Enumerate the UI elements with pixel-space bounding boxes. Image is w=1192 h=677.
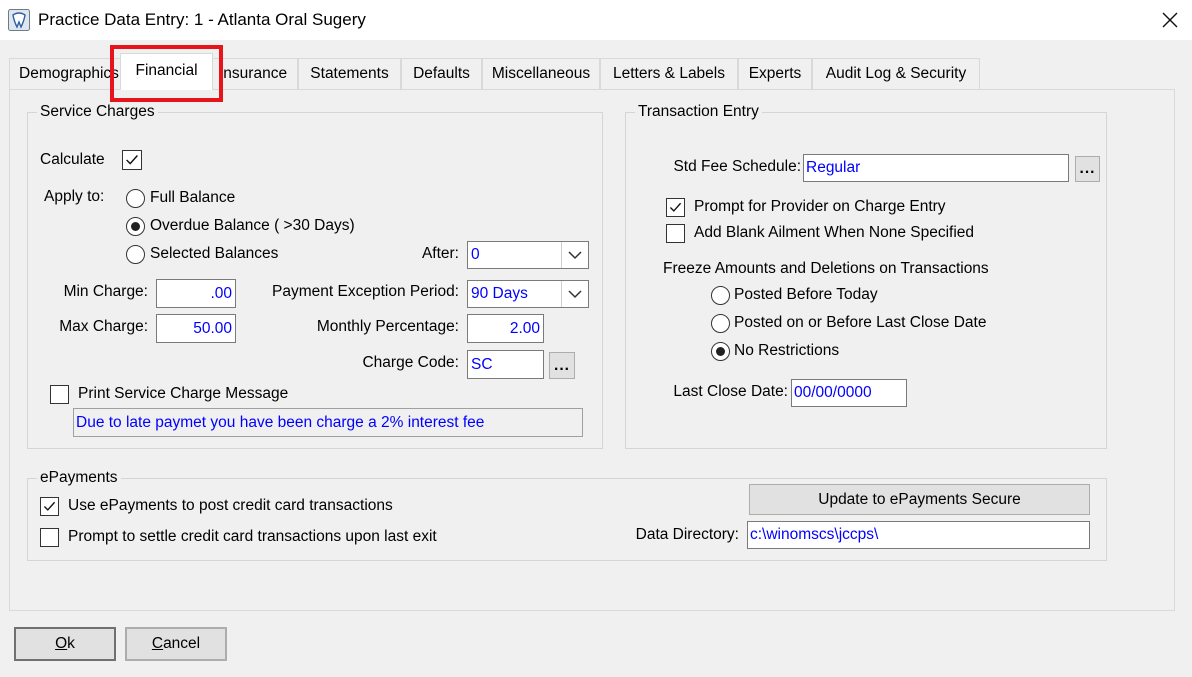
charge-code-label: Charge Code: — [362, 354, 459, 371]
charge-code-browse-button[interactable]: ... — [549, 352, 575, 379]
max-charge-input[interactable]: 50.00 — [156, 314, 236, 343]
min-charge-input[interactable]: .00 — [156, 279, 236, 308]
service-charges-title: Service Charges — [37, 102, 158, 122]
use-epayments-checkbox[interactable] — [40, 497, 59, 516]
no-restrictions-label[interactable]: No Restrictions — [734, 341, 839, 361]
payment-exception-dropdown[interactable]: 90 Days — [467, 280, 589, 308]
max-charge-label: Max Charge: — [59, 318, 148, 335]
posted-before-today-radio[interactable] — [711, 286, 730, 305]
window-title: Practice Data Entry: 1 - Atlanta Oral Su… — [38, 10, 366, 29]
payment-exception-label: Payment Exception Period: — [272, 283, 459, 300]
use-epayments-label[interactable]: Use ePayments to post credit card transa… — [68, 496, 393, 516]
cancel-button-label: Cancel — [151, 635, 201, 652]
checkmark-icon — [669, 202, 682, 212]
min-charge-label: Min Charge: — [63, 283, 148, 300]
charge-code-input[interactable]: SC — [467, 350, 544, 379]
add-blank-ailment-checkbox[interactable] — [666, 224, 685, 243]
prompt-settle-checkbox[interactable] — [40, 528, 59, 547]
prompt-settle-label[interactable]: Prompt to settle credit card transaction… — [68, 527, 437, 547]
posted-before-today-label[interactable]: Posted Before Today — [734, 285, 878, 305]
full-balance-label[interactable]: Full Balance — [150, 188, 235, 208]
tab-statements[interactable]: Statements — [298, 58, 401, 89]
posted-before-close-date-radio[interactable] — [711, 314, 730, 333]
print-message-label[interactable]: Print Service Charge Message — [78, 384, 288, 404]
last-close-date-label: Last Close Date: — [673, 383, 788, 400]
cancel-button[interactable]: Cancel — [125, 627, 227, 661]
app-icon — [8, 9, 30, 31]
after-value: 0 — [471, 246, 480, 263]
print-message-checkbox[interactable] — [50, 385, 69, 404]
tab-audit-log-security[interactable]: Audit Log & Security — [812, 58, 980, 89]
data-directory-input[interactable]: c:\winomscs\jccps\ — [747, 521, 1090, 549]
data-directory-label: Data Directory: — [635, 526, 739, 543]
overdue-balance-radio[interactable] — [126, 217, 145, 236]
chevron-down-icon[interactable] — [561, 281, 588, 307]
tab-financial[interactable]: Financial — [120, 53, 213, 90]
freeze-amounts-label: Freeze Amounts and Deletions on Transact… — [663, 260, 989, 277]
payment-exception-value: 90 Days — [471, 285, 528, 302]
selected-balances-label[interactable]: Selected Balances — [150, 244, 278, 264]
tab-experts[interactable]: Experts — [738, 58, 812, 89]
std-fee-schedule-browse-button[interactable]: ... — [1075, 156, 1100, 182]
transaction-entry-title: Transaction Entry — [635, 102, 762, 122]
service-charge-message-field[interactable]: Due to late paymet you have been charge … — [73, 408, 583, 437]
no-restrictions-radio[interactable] — [711, 342, 730, 361]
after-label: After: — [421, 245, 459, 262]
epayments-title: ePayments — [37, 468, 121, 488]
checkmark-icon — [43, 501, 56, 511]
add-blank-ailment-label[interactable]: Add Blank Ailment When None Specified — [694, 223, 974, 243]
calculate-label: Calculate — [40, 151, 105, 168]
tab-letters-labels[interactable]: Letters & Labels — [600, 58, 738, 89]
overdue-balance-label[interactable]: Overdue Balance ( >30 Days) — [150, 216, 355, 236]
tab-demographics[interactable]: Demographics — [9, 58, 122, 89]
chevron-down-icon[interactable] — [561, 242, 588, 268]
std-fee-schedule-input[interactable]: Regular — [803, 154, 1069, 182]
monthly-percentage-label: Monthly Percentage: — [316, 318, 459, 335]
after-dropdown[interactable]: 0 — [467, 241, 589, 269]
last-close-date-input[interactable]: 00/00/0000 — [791, 379, 907, 407]
ok-button[interactable]: Ok — [14, 627, 116, 661]
full-balance-radio[interactable] — [126, 189, 145, 208]
selected-balances-radio[interactable] — [126, 245, 145, 264]
calculate-checkbox[interactable] — [122, 150, 142, 170]
tab-insurance[interactable]: Insurance — [212, 58, 298, 89]
tab-miscellaneous[interactable]: Miscellaneous — [482, 58, 600, 89]
monthly-percentage-input[interactable]: 2.00 — [467, 314, 544, 343]
std-fee-schedule-label: Std Fee Schedule: — [673, 158, 801, 175]
prompt-provider-checkbox[interactable] — [666, 198, 685, 217]
tab-defaults[interactable]: Defaults — [401, 58, 482, 89]
checkmark-icon — [126, 155, 138, 165]
close-icon[interactable] — [1160, 10, 1180, 30]
apply-to-label: Apply to: — [44, 188, 105, 205]
posted-before-close-date-label[interactable]: Posted on or Before Last Close Date — [734, 313, 986, 333]
ok-button-label: Ok — [55, 635, 75, 652]
prompt-provider-label[interactable]: Prompt for Provider on Charge Entry — [694, 197, 946, 217]
update-epayments-secure-button[interactable]: Update to ePayments Secure — [749, 484, 1090, 515]
